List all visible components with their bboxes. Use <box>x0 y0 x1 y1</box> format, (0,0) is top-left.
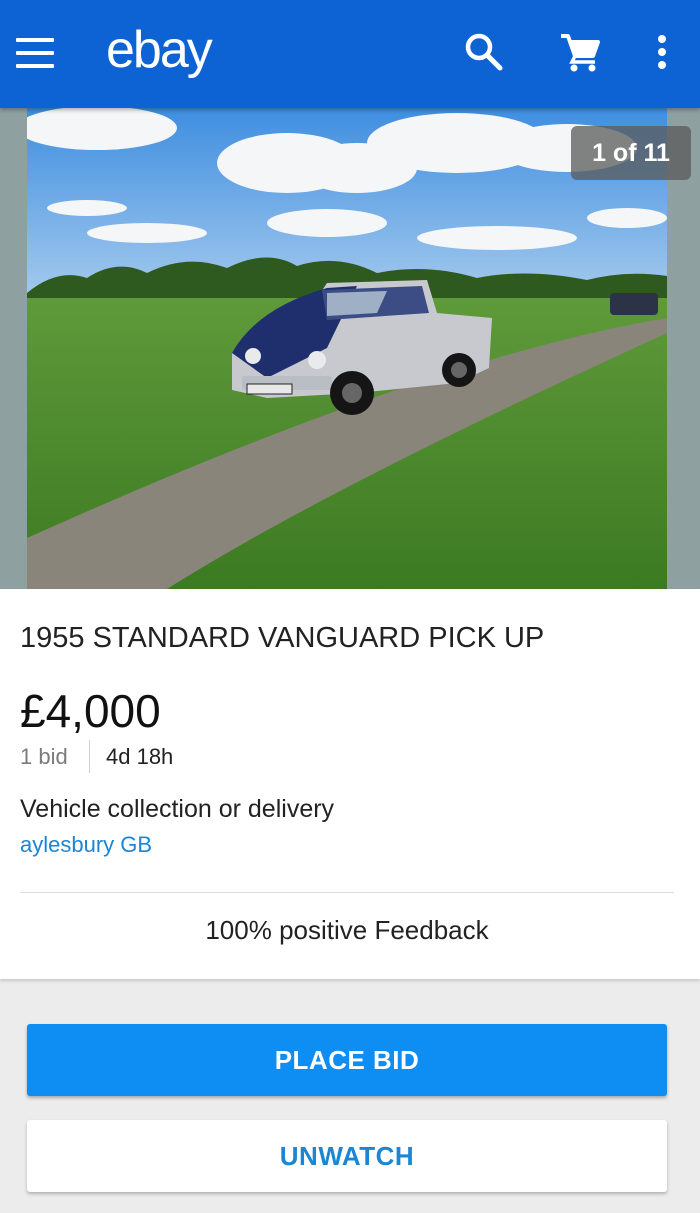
price: £4,000 <box>20 685 161 737</box>
search-icon[interactable] <box>462 30 506 74</box>
unwatch-button[interactable]: UNWATCH <box>27 1120 667 1192</box>
image-gallery[interactable] <box>0 108 700 589</box>
cart-icon[interactable] <box>558 30 602 74</box>
vehicle-photo[interactable] <box>27 108 667 589</box>
divider <box>89 740 90 773</box>
ebay-logo[interactable]: ebay <box>106 20 213 80</box>
listing-title: 1955 STANDARD VANGUARD PICK UP <box>20 622 545 654</box>
bid-count[interactable]: 1 bid <box>20 744 68 770</box>
time-left: 4d 18h <box>106 744 174 769</box>
seller-feedback[interactable]: 100% positive Feedback <box>0 915 694 946</box>
app-bar: ebay <box>0 0 700 108</box>
divider <box>20 892 674 893</box>
image-counter-badge: 1 of 11 <box>571 126 691 180</box>
more-vert-icon[interactable] <box>640 30 684 74</box>
item-location-link[interactable]: aylesbury GB <box>20 832 152 858</box>
listing-details-card: 1955 STANDARD VANGUARD PICK UP £4,000 1 … <box>0 589 700 979</box>
place-bid-button[interactable]: PLACE BID <box>27 1024 667 1096</box>
menu-icon[interactable] <box>16 38 54 68</box>
delivery-method: Vehicle collection or delivery <box>20 795 335 823</box>
